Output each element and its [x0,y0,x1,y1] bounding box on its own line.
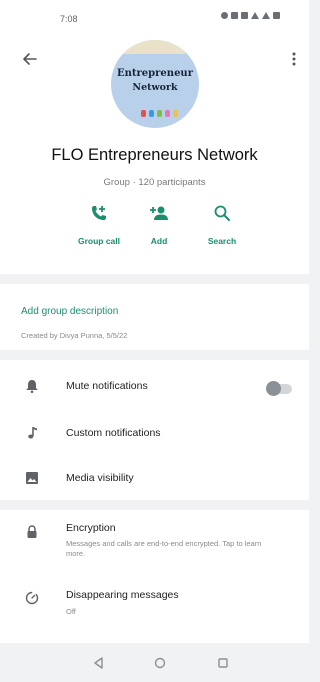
custom-notifications-row[interactable]: Custom notifications [0,413,309,453]
music-note-icon [28,427,37,439]
add-person-icon [150,206,168,220]
add-group-description-link[interactable]: Add group description [21,306,118,317]
media-visibility-label: Media visibility [66,472,134,484]
circle-home-icon [154,657,166,669]
encryption-row[interactable]: Encryption Messages and calls are end-to… [0,510,309,570]
encryption-description: Messages and calls are end-to-end encryp… [66,539,262,558]
arrow-back-icon [23,53,37,65]
group-subtitle: Group · 120 participants [103,177,206,188]
timer-icon [25,591,39,605]
avatar-text-line1: Entrepreneur [117,68,193,79]
search-icon [214,205,230,221]
image-icon [26,472,38,484]
mute-notifications-toggle[interactable] [266,381,292,396]
custom-notifications-label: Custom notifications [66,427,161,439]
nav-recents-button[interactable] [216,656,230,670]
square-recents-icon [218,658,228,668]
nav-home-button[interactable] [153,656,167,670]
group-info-header: Entrepreneur Network FLO Entrepreneurs N… [0,34,309,274]
disappearing-messages-value: Off [66,607,76,616]
system-navigation-bar [0,643,309,682]
app-icon [231,12,238,19]
notification-icon [221,12,228,19]
mute-notifications-row[interactable]: Mute notifications [0,366,309,406]
avatar-text-line2: Network [132,82,178,93]
alarm-icon [241,12,248,19]
battery-icon [273,12,280,19]
search-button[interactable]: Search [187,204,257,246]
status-bar: 7:08 [0,0,309,34]
overflow-menu-button[interactable] [287,49,301,69]
notification-settings-section: Mute notifications Custom notifications … [0,360,309,500]
signal-icon [262,12,270,19]
bell-icon [26,380,38,394]
status-time: 7:08 [60,14,78,24]
add-call-icon [92,206,106,220]
disappearing-messages-title: Disappearing messages [66,589,179,601]
search-label: Search [207,236,237,246]
group-name: FLO Entrepreneurs Network [51,146,258,164]
lock-icon [27,525,37,538]
avatar-banner [121,40,185,54]
created-by-text: Created by Divya Punna, 5/5/22 [21,331,128,340]
mute-notifications-label: Mute notifications [66,380,148,392]
encryption-title: Encryption [66,522,116,534]
add-participant-button[interactable]: Add [124,204,194,246]
media-visibility-row[interactable]: Media visibility [0,458,309,498]
status-icons [221,12,280,19]
avatar-decoration [141,110,178,117]
nav-back-button[interactable] [92,656,106,670]
group-avatar[interactable]: Entrepreneur Network [111,40,199,128]
triangle-back-icon [94,657,103,669]
privacy-section: Encryption Messages and calls are end-to… [0,510,309,652]
more-vert-icon [292,52,296,66]
wifi-icon [251,12,259,19]
add-label: Add [150,236,168,246]
description-section: Add group description Created by Divya P… [0,284,309,350]
toggle-knob [266,381,281,396]
back-button[interactable] [20,49,40,69]
